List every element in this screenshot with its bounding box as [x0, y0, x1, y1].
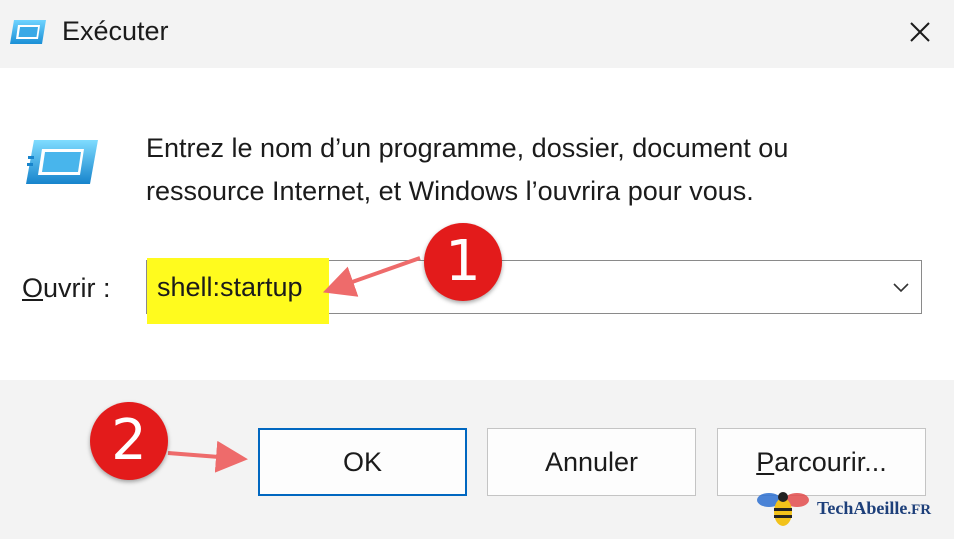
run-icon [10, 20, 46, 44]
ok-button-label: OK [342, 447, 382, 477]
watermark-text: TechAbeille.FR [817, 498, 931, 519]
watermark-name: TechAbeille [817, 498, 908, 518]
step-2-badge: 2 [90, 402, 168, 480]
ok-button[interactable]: OK [258, 428, 467, 496]
cancel-button[interactable]: Annuler [487, 428, 696, 496]
cancel-button-label: Annuler [544, 447, 639, 477]
open-label: Ouvrir : [22, 273, 111, 304]
window-title: Exécuter [62, 16, 169, 46]
close-button[interactable] [886, 0, 954, 64]
browse-accelerator: P [756, 447, 775, 477]
watermark-logo: TechAbeille.FR [755, 486, 945, 532]
open-label-text: uvrir : [43, 273, 111, 303]
description-line-2: ressource Internet, et Windows l’ouvrira… [146, 176, 754, 206]
close-icon [910, 22, 930, 42]
open-combobox[interactable]: shell:startup [146, 258, 922, 324]
run-icon [26, 140, 98, 184]
description-text: Entrez le nom d’un programme, dossier, d… [146, 127, 906, 213]
step-1-badge: 1 [424, 223, 502, 301]
step-2-arrow [167, 440, 248, 473]
dialog-content: Entrez le nom d’un programme, dossier, d… [0, 68, 954, 380]
open-label-accelerator: O [22, 273, 44, 303]
chevron-down-icon[interactable] [891, 277, 911, 297]
browse-button-label: arcourir... [774, 447, 887, 477]
title-bar: Exécuter [0, 0, 954, 68]
watermark-suffix: .FR [907, 502, 932, 518]
description-line-1: Entrez le nom d’un programme, dossier, d… [146, 133, 789, 163]
open-input-value[interactable]: shell:startup [157, 272, 303, 303]
bee-icon [757, 492, 809, 526]
